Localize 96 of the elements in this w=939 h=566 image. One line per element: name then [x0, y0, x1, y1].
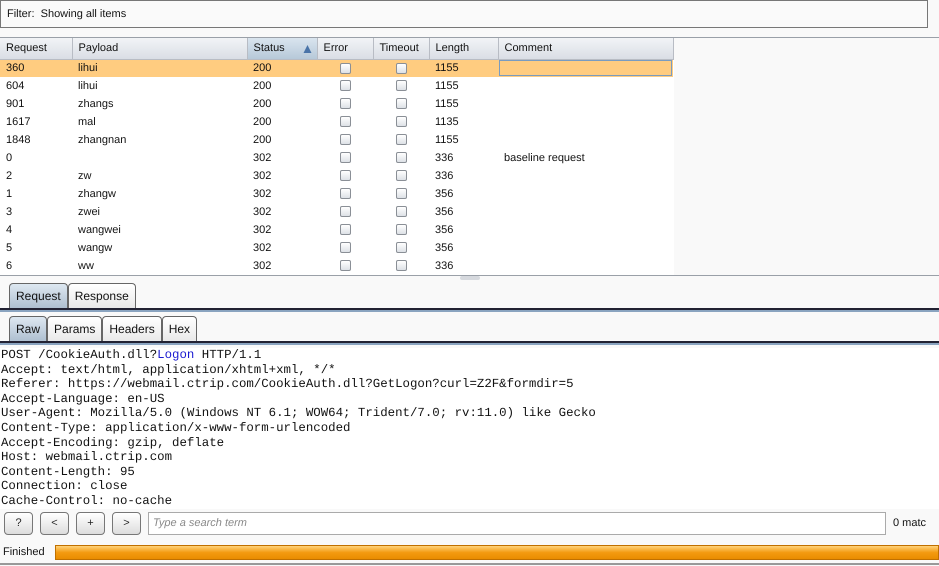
table-cell: 1155 — [435, 80, 459, 92]
table-cell: 302 — [253, 170, 272, 182]
table-cell: 302 — [253, 206, 272, 218]
table-cell: 336 — [435, 260, 454, 272]
table-cell: baseline request — [504, 152, 585, 164]
filter-bar[interactable]: Filter: Showing all items — [0, 0, 928, 28]
table-cell: zw — [78, 170, 92, 182]
table-cell: 200 — [253, 98, 272, 110]
table-cell: 356 — [435, 206, 454, 218]
table-cell: 6 — [6, 260, 12, 272]
tab[interactable]: Params — [47, 316, 102, 341]
checkbox[interactable] — [340, 206, 350, 218]
tab[interactable]: Response — [68, 283, 136, 308]
column-header[interactable]: Request — [0, 38, 72, 59]
checkbox[interactable] — [340, 260, 350, 272]
table-cell: 1135 — [435, 116, 459, 128]
search-nav-button[interactable]: ? — [4, 512, 33, 534]
checkbox[interactable] — [396, 116, 406, 128]
table-cell: 302 — [253, 242, 272, 254]
splitter-handle[interactable] — [460, 276, 480, 280]
search-nav-button[interactable]: < — [40, 512, 69, 534]
checkbox[interactable] — [396, 188, 406, 200]
checkbox[interactable] — [340, 242, 350, 254]
table-cell: 5 — [6, 242, 12, 254]
column-header[interactable]: Payload — [72, 38, 247, 59]
table-cell: 360 — [6, 62, 24, 74]
checkbox[interactable] — [396, 260, 406, 272]
checkbox[interactable] — [396, 80, 406, 92]
table-cell: 200 — [253, 116, 272, 128]
status-text: Finished — [3, 544, 45, 560]
request-text: POST /CookieAuth.dll?Logon HTTP/1.1 Accept: text/html, application/xhtml+xml, */* Referer: https://webmail.ctrip.com/CookieAuth.dll?GetLogon?curl=Z2F&formdir=5 Accept-Language: en-US User-Agent: Mozilla/5.0 (Windows NT 6.1; WOW64; Trident/7.0; rv:11.0) like Gecko Content-Type: application/x-www-form-urlencoded Accept-Encoding: gzip, deflate Host: webmail.ctrip.com Content-Length: 95 Connection: close Cache-Control: no-cache — [0, 348, 939, 509]
table-cell: 3 — [6, 206, 12, 218]
checkbox[interactable] — [340, 98, 350, 110]
table-cell: 0 — [6, 152, 12, 164]
checkbox[interactable] — [396, 242, 406, 254]
checkbox[interactable] — [396, 134, 406, 146]
checkbox[interactable] — [340, 170, 350, 182]
checkbox[interactable] — [340, 116, 350, 128]
table-cell: wangwei — [78, 224, 121, 236]
checkbox[interactable] — [396, 206, 406, 218]
table-cell: 604 — [6, 80, 24, 92]
table-cell: 1155 — [435, 98, 459, 110]
checkbox[interactable] — [396, 62, 406, 74]
table-cell: 336 — [435, 152, 454, 164]
checkbox[interactable] — [340, 152, 350, 164]
tab[interactable]: Request — [9, 283, 68, 308]
table-cell: 2 — [6, 170, 12, 182]
checkbox[interactable] — [340, 62, 350, 74]
search-field[interactable]: Type a search term — [148, 512, 886, 534]
tab[interactable]: Headers — [102, 316, 162, 341]
checkbox[interactable] — [340, 80, 350, 92]
table-cell: 1848 — [6, 134, 30, 146]
checkbox[interactable] — [396, 98, 406, 110]
table-cell: 302 — [253, 188, 272, 200]
table-cell: mal — [78, 116, 96, 128]
table-cell: lihui — [78, 80, 98, 92]
column-header[interactable]: Error — [317, 38, 373, 59]
column-header[interactable]: Comment — [498, 38, 673, 59]
table-cell: 200 — [253, 62, 272, 74]
table-cell: lihui — [78, 62, 98, 74]
column-header[interactable]: Status — [247, 38, 317, 59]
table-cell: 1617 — [6, 116, 30, 128]
table-cell: 302 — [253, 152, 272, 164]
table-cell: 356 — [435, 224, 454, 236]
table-cell: 302 — [253, 260, 272, 272]
checkbox[interactable] — [396, 224, 406, 236]
search-nav-button[interactable]: > — [112, 512, 141, 534]
table-cell: wangw — [78, 242, 112, 254]
tab[interactable]: Raw — [9, 316, 48, 341]
checkbox[interactable] — [340, 134, 350, 146]
tab[interactable]: Hex — [162, 316, 198, 341]
table-cell: 1 — [6, 188, 12, 200]
match-count: 0 matc — [893, 516, 926, 531]
column-header[interactable]: Timeout — [373, 38, 429, 59]
column-header[interactable]: Length — [429, 38, 498, 59]
checkbox[interactable] — [396, 152, 406, 164]
table-cell: 200 — [253, 134, 272, 146]
table-cell: zhangs — [78, 98, 114, 110]
checkbox[interactable] — [340, 224, 350, 236]
table-cell: 1155 — [435, 62, 459, 74]
table-cell: 4 — [6, 224, 12, 236]
table-cell: 302 — [253, 224, 272, 236]
sort-arrow-icon — [302, 45, 312, 53]
checkbox[interactable] — [340, 188, 350, 200]
table-cell: 1155 — [435, 134, 459, 146]
table-cell: 200 — [253, 80, 272, 92]
table-cell: 336 — [435, 170, 454, 182]
table-cell: 901 — [6, 98, 24, 110]
search-nav-button[interactable]: + — [76, 512, 105, 534]
table-cell: ww — [78, 260, 94, 272]
checkbox[interactable] — [396, 170, 406, 182]
table-cell: 356 — [435, 188, 454, 200]
table-cell: zhangw — [78, 188, 116, 200]
table-cell: 356 — [435, 242, 454, 254]
table-cell: zwei — [78, 206, 100, 218]
table-cell: zhangnan — [78, 134, 126, 146]
